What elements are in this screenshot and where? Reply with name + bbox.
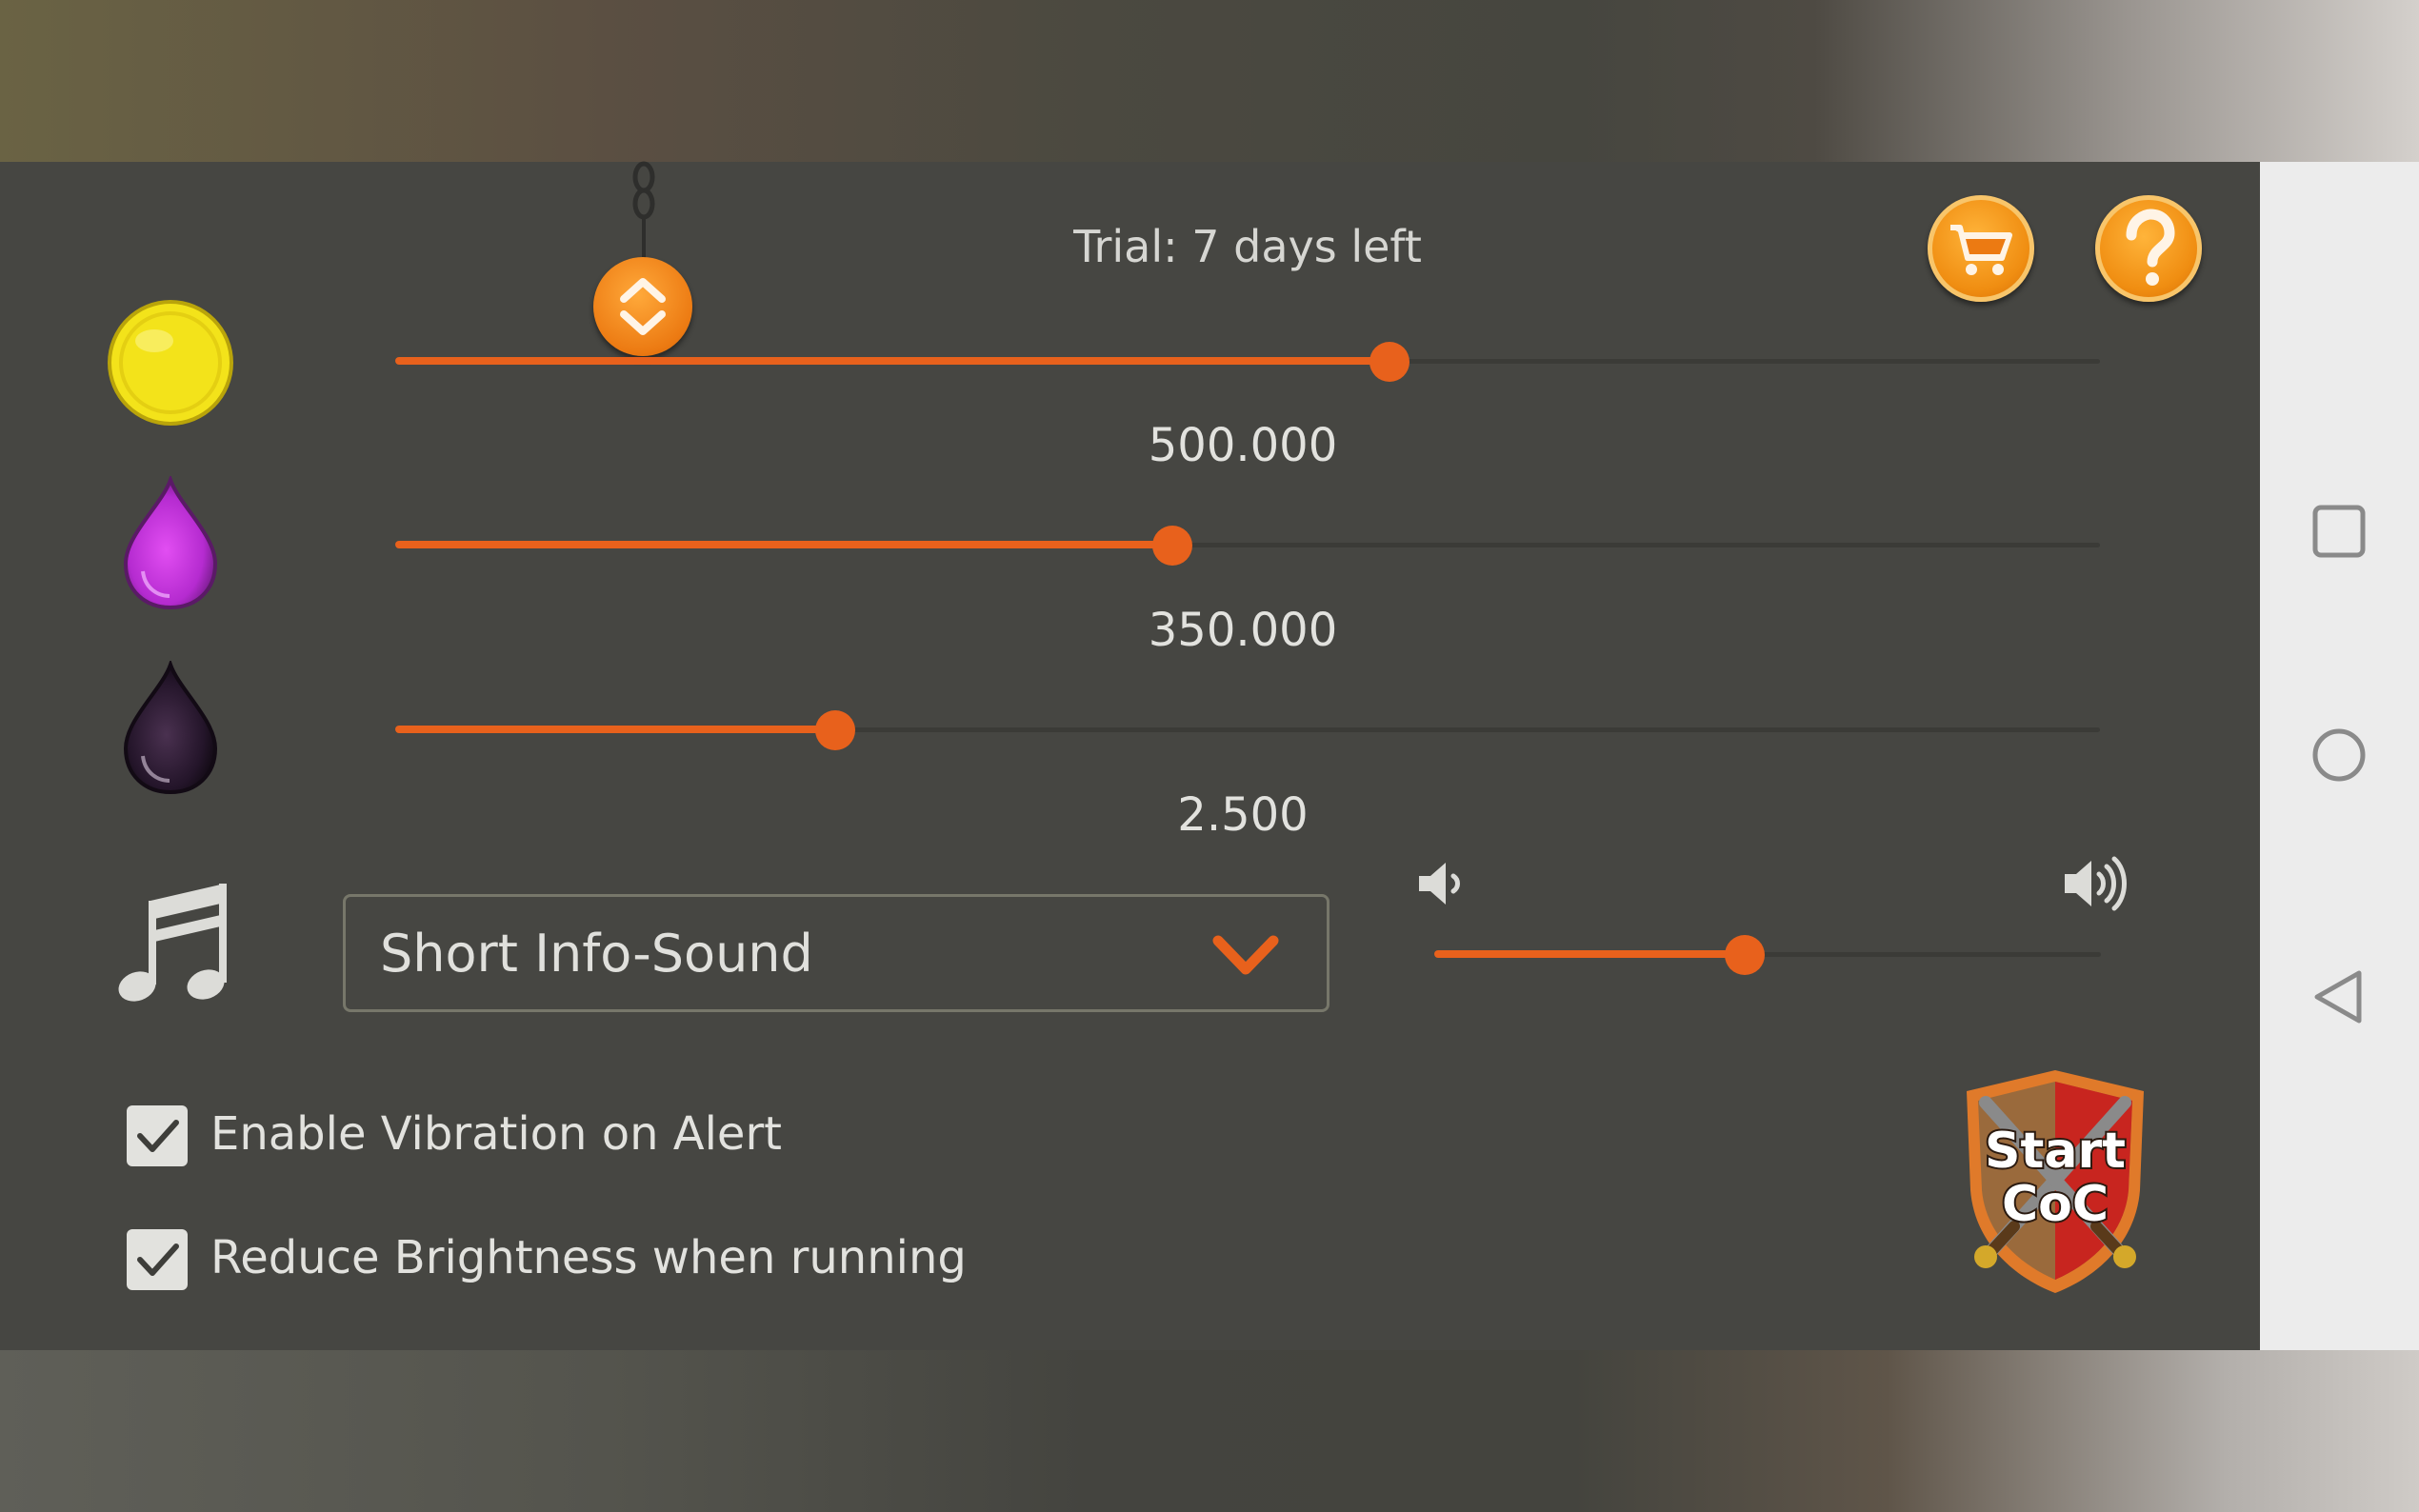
brightness-label: Reduce Brightness when running [210,1231,967,1284]
elixir-threshold-slider[interactable] [395,526,2100,566]
dark-elixir-threshold-value: 2.500 [1177,788,1309,842]
dark-elixir-drop-icon [123,661,218,795]
video-backdrop-bottom [0,1350,2419,1512]
slider-thumb[interactable] [814,710,855,750]
help-button[interactable] [2095,195,2202,302]
question-mark-icon [2126,209,2175,286]
trial-status-text: Trial: 7 days left [1073,221,1422,272]
slider-thumb[interactable] [1369,342,1409,382]
slider-fill [395,357,1389,365]
slider-thumb[interactable] [1152,526,1193,566]
elixir-threshold-value: 350.000 [1148,604,1338,657]
checkmark-icon [137,1120,179,1152]
dark-elixir-threshold-slider[interactable] [395,710,2100,750]
start-coc-line1: Start [1985,1123,2126,1180]
shopping-cart-icon [1950,225,2012,275]
home-icon[interactable] [2309,726,2369,785]
recent-apps-icon[interactable] [2309,502,2369,561]
slider-fill [395,541,1173,548]
start-coc-button[interactable]: Start CoC [1957,1064,2153,1297]
volume-high-icon [2065,856,2127,911]
slider-thumb[interactable] [1724,935,1765,975]
elixir-drop-icon [123,476,218,610]
up-down-arrows-icon [620,278,666,335]
vibration-checkbox[interactable] [127,1105,188,1166]
slider-fill [395,726,835,733]
gold-threshold-value: 500.000 [1148,419,1338,472]
drag-handle-button[interactable] [593,257,692,356]
alert-sound-select[interactable]: Short Info-Sound [343,894,1329,1012]
chain-icon [632,161,655,261]
video-backdrop-top [0,0,2419,162]
alert-sound-selected: Short Info-Sound [380,924,813,984]
chevron-down-icon [1212,935,1279,975]
back-icon[interactable] [2309,967,2369,1026]
slider-fill [1434,950,1745,958]
volume-low-icon [1419,863,1460,905]
music-note-icon [118,884,227,1002]
settings-panel [0,162,2260,1350]
checkmark-icon [137,1243,179,1276]
gold-coin-icon [108,300,233,426]
start-coc-line2: CoC [2002,1176,2109,1233]
brightness-checkbox[interactable] [127,1229,188,1290]
shop-button[interactable] [1928,195,2034,302]
gold-threshold-slider[interactable] [395,342,2100,382]
volume-slider[interactable] [1434,935,2101,975]
vibration-label: Enable Vibration on Alert [210,1107,782,1161]
